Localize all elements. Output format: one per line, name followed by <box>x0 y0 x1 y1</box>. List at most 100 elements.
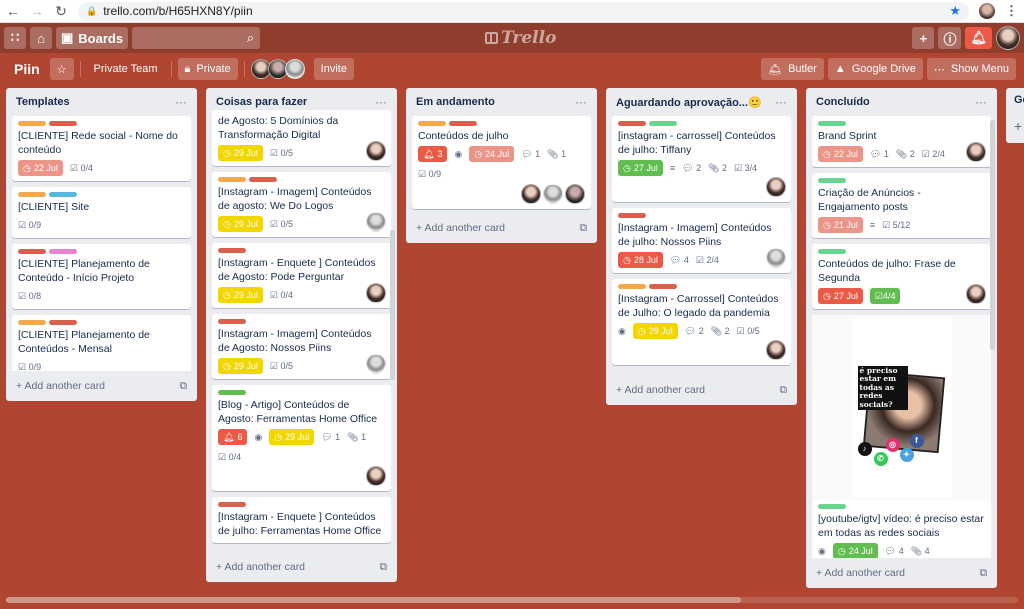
create-button[interactable]: + <box>912 27 935 49</box>
due-date-badge[interactable]: ◷ 29 Jul <box>218 287 263 303</box>
reload-icon[interactable]: ↻ <box>54 3 68 20</box>
member-avatar[interactable] <box>284 59 305 79</box>
list-menu-icon[interactable]: ··· <box>175 95 187 109</box>
search-input[interactable]: ⌕ <box>132 27 261 49</box>
due-date-badge[interactable]: ◷ 21 Jul <box>818 217 863 233</box>
card[interactable]: é preciso estar em todas as redes sociai… <box>812 315 991 558</box>
member-avatar[interactable] <box>966 284 986 304</box>
list-menu-icon[interactable]: ··· <box>575 95 587 109</box>
add-list-icon[interactable]: + <box>1014 118 1024 134</box>
user-avatar[interactable] <box>996 26 1020 50</box>
member-avatar[interactable] <box>766 248 786 268</box>
template-icon[interactable]: ⧉ <box>180 380 188 393</box>
label-green[interactable] <box>818 178 846 183</box>
member-avatar[interactable] <box>521 184 541 204</box>
card[interactable]: de Agosto: 5 Domínios da Transformação D… <box>212 110 391 166</box>
member-avatar[interactable] <box>766 340 786 360</box>
due-date-badge[interactable]: ◷ 29 Jul <box>632 323 678 339</box>
address-bar[interactable]: 🔒 trello.com/b/H65HXN8Y/piin ★ <box>78 1 969 21</box>
member-avatar[interactable] <box>366 212 386 232</box>
due-date-badge[interactable]: ◷ 24 Jul <box>469 146 515 162</box>
add-card-button[interactable]: + Add another card ⧉ <box>206 552 397 582</box>
label-orange[interactable] <box>18 320 46 325</box>
member-avatar[interactable] <box>565 184 585 204</box>
card[interactable]: [Instagram - Imagem] Conteúdos de julho:… <box>612 208 791 273</box>
label-orange[interactable] <box>418 121 446 126</box>
card[interactable]: Conteúdos de julho: Frase de Segunda ◷ 27 … <box>812 244 991 309</box>
card[interactable]: [Instagram - Imagem] Conteúdos de agosto… <box>212 172 391 237</box>
template-icon[interactable]: ⧉ <box>980 567 988 580</box>
template-icon[interactable]: ⧉ <box>580 222 588 235</box>
card[interactable]: [CLIENTE] Planejamento de Conteúdos - Me… <box>12 315 191 371</box>
card[interactable]: Brand Sprint ◷ 22 Jul 💬︎ 1 📎︎ 2 ☑ 2/4 <box>812 116 991 167</box>
label-green[interactable] <box>649 121 677 126</box>
forward-icon[interactable]: → <box>30 3 44 19</box>
list-menu-icon[interactable]: ··· <box>375 95 387 109</box>
due-date-badge[interactable]: ◷ 24 Jul <box>832 543 878 558</box>
butler-button[interactable]: 🛎︎ Butler <box>761 58 824 80</box>
label-red[interactable] <box>649 284 677 289</box>
google-drive-button[interactable]: ▲ Google Drive <box>827 58 923 80</box>
card[interactable]: [Instagram - Carrossel] Conteúdos de Jul… <box>612 279 791 365</box>
scrollbar-thumb[interactable] <box>6 597 741 603</box>
member-avatar[interactable] <box>366 354 386 374</box>
card[interactable]: Conteúdos de julho 🔔︎ 3 ◉ ◷ 24 Jul 💬︎ 1 📎︎ 1 ☑ 0… <box>412 116 591 209</box>
card[interactable]: [Blog - Artigo] Conteúdos de Agosto: Fer… <box>212 385 391 491</box>
label-orange[interactable] <box>218 177 246 182</box>
label-red[interactable] <box>449 121 477 126</box>
template-icon[interactable]: ⧉ <box>780 384 788 397</box>
browser-menu-icon[interactable]: ⋮ <box>1005 3 1018 19</box>
list-title[interactable]: Templates <box>16 96 70 108</box>
label-red[interactable] <box>249 177 277 182</box>
card[interactable]: Criação de Anúncios - Engajamento posts ◷… <box>812 173 991 238</box>
list-title[interactable]: Coisas para fazer <box>216 96 307 108</box>
info-button[interactable]: ⓘ <box>938 27 962 49</box>
list-title[interactable]: Em andamento <box>416 96 495 108</box>
label-red[interactable] <box>618 213 646 218</box>
home-button[interactable]: ⌂ <box>30 27 52 49</box>
bookmark-star-icon[interactable]: ★ <box>949 3 961 19</box>
back-icon[interactable]: ← <box>6 3 20 19</box>
browser-profile-avatar[interactable] <box>979 3 995 19</box>
label-red[interactable] <box>218 248 246 253</box>
member-avatar[interactable] <box>366 283 386 303</box>
member-avatar[interactable] <box>366 141 386 161</box>
label-pink[interactable] <box>49 249 77 254</box>
trello-logo[interactable]: Trello <box>485 28 556 48</box>
due-date-badge[interactable]: ◷ 29 Jul <box>269 429 315 445</box>
label-red[interactable] <box>618 121 646 126</box>
label-orange[interactable] <box>618 284 646 289</box>
show-menu-button[interactable]: ⋯ Show Menu <box>926 58 1016 80</box>
label-green[interactable] <box>818 121 846 126</box>
member-avatar[interactable] <box>543 184 563 204</box>
card[interactable]: [CLIENTE] Site ☑ 0/9 <box>12 187 191 238</box>
list-partial[interactable]: Ge + <box>1006 88 1024 143</box>
label-red[interactable] <box>218 502 246 507</box>
list-title[interactable]: Concluído <box>816 96 870 108</box>
label-red[interactable] <box>49 320 77 325</box>
due-date-badge[interactable]: ◷ 22 Jul <box>18 160 63 176</box>
due-date-badge[interactable]: ◷ 29 Jul <box>218 216 263 232</box>
label-red[interactable] <box>218 319 246 324</box>
apps-button[interactable]: ∷ <box>4 27 26 49</box>
label-orange[interactable] <box>18 192 46 197</box>
card[interactable]: [instagram - carrossel] Conteúdos de jul… <box>612 116 791 202</box>
horizontal-scrollbar[interactable] <box>6 597 1018 603</box>
notifications-button[interactable]: 🔔︎ <box>965 27 992 49</box>
card[interactable]: [CLIENTE] Rede social - Nome do conteúdo… <box>12 116 191 181</box>
boards-button[interactable]: ▣ Boards <box>56 27 129 49</box>
label-green[interactable] <box>818 504 846 509</box>
template-icon[interactable]: ⧉ <box>380 561 388 574</box>
label-red[interactable] <box>18 249 46 254</box>
star-board-button[interactable]: ☆ <box>49 58 74 80</box>
team-button[interactable]: Private Team <box>87 58 165 80</box>
due-date-badge[interactable]: ◷ 27 Jul <box>818 288 863 304</box>
member-avatar[interactable] <box>366 466 386 486</box>
add-card-button[interactable]: + Add another card ⧉ <box>6 371 197 401</box>
label-lime[interactable] <box>218 390 246 395</box>
list-menu-icon[interactable]: ··· <box>775 95 787 109</box>
member-avatar[interactable] <box>766 177 786 197</box>
vertical-scrollbar[interactable] <box>990 120 995 350</box>
card[interactable]: [Instagram - Enquete ] Conteúdos de Agos… <box>212 243 391 308</box>
label-red[interactable] <box>49 121 77 126</box>
